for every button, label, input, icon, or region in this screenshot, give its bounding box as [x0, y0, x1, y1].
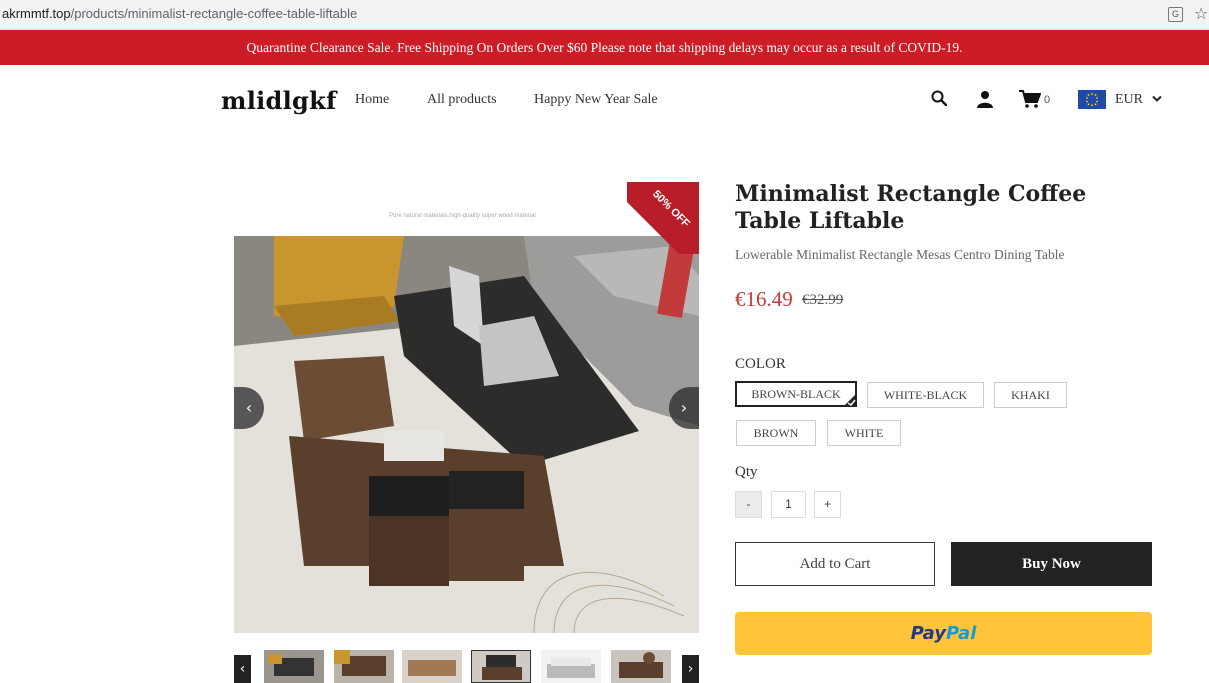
nav-happy-new-year-sale[interactable]: Happy New Year Sale: [534, 92, 658, 108]
announcement-bar: Quarantine Clearance Sale. Free Shipping…: [0, 30, 1209, 65]
search-icon[interactable]: [931, 90, 947, 106]
bookmark-star-icon[interactable]: ☆: [1194, 4, 1208, 23]
thumbnail-1[interactable]: [264, 650, 324, 683]
nav-home[interactable]: Home: [355, 92, 389, 108]
add-to-cart-button[interactable]: Add to Cart: [735, 542, 935, 586]
url-path: /products/minimalist-rectangle-coffee-ta…: [70, 6, 358, 21]
site-logo[interactable]: mlidlgkf: [221, 86, 337, 115]
color-option-brown-black[interactable]: BROWN-BLACK: [735, 381, 857, 407]
qty-label: Qty: [735, 464, 758, 480]
translate-icon[interactable]: G: [1168, 7, 1183, 22]
eu-flag-icon[interactable]: [1078, 90, 1106, 109]
thumbnail-2[interactable]: [334, 650, 394, 683]
compare-price: €32.99: [802, 292, 844, 308]
paypal-button[interactable]: PayPal: [735, 612, 1152, 655]
thumbnail-6[interactable]: [611, 650, 671, 683]
qty-input[interactable]: 1: [771, 491, 806, 518]
chevron-down-icon[interactable]: [1152, 95, 1162, 103]
image-caption: Pure natural materials,high-quality supe…: [389, 213, 536, 219]
color-option-white-black[interactable]: WHITE-BLACK: [867, 382, 984, 408]
selected-check-icon: [843, 393, 857, 407]
qty-increase-button[interactable]: +: [814, 491, 841, 518]
sale-price: €16.49: [735, 287, 793, 311]
color-option-white[interactable]: WHITE: [827, 420, 901, 446]
paypal-logo-pay: Pay: [910, 623, 946, 644]
cart-count: 0: [1044, 94, 1051, 106]
thumbnail-3[interactable]: [402, 650, 462, 683]
qty-decrease-button[interactable]: -: [735, 491, 762, 518]
currency-selector[interactable]: EUR: [1115, 92, 1143, 108]
thumbs-next-button[interactable]: ›: [682, 655, 699, 683]
url-text[interactable]: akrmmtf.top/products/minimalist-rectangl…: [2, 6, 357, 21]
nav-all-products[interactable]: All products: [427, 92, 497, 108]
browser-address-bar[interactable]: akrmmtf.top/products/minimalist-rectangl…: [0, 0, 1209, 30]
url-domain: akrmmtf.top: [2, 6, 71, 21]
color-label: COLOR: [735, 356, 786, 372]
thumbnail-5[interactable]: [541, 650, 601, 683]
product-title: Minimalist Rectangle Coffee Table Liftab…: [735, 181, 1087, 234]
coffee-table-photo: [234, 236, 699, 633]
user-icon[interactable]: [976, 90, 994, 108]
thumbnail-4-active[interactable]: [471, 650, 531, 683]
thumbs-prev-button[interactable]: ‹: [234, 655, 251, 683]
color-option-khaki[interactable]: KHAKI: [994, 382, 1067, 408]
color-option-brown[interactable]: BROWN: [736, 420, 816, 446]
color-option-label: BROWN-BLACK: [751, 387, 841, 401]
product-subtitle: Lowerable Minimalist Rectangle Mesas Cen…: [735, 247, 1065, 262]
buy-now-button[interactable]: Buy Now: [951, 542, 1152, 586]
paypal-logo-pal: Pal: [946, 623, 977, 644]
cart-icon[interactable]: [1019, 90, 1041, 108]
